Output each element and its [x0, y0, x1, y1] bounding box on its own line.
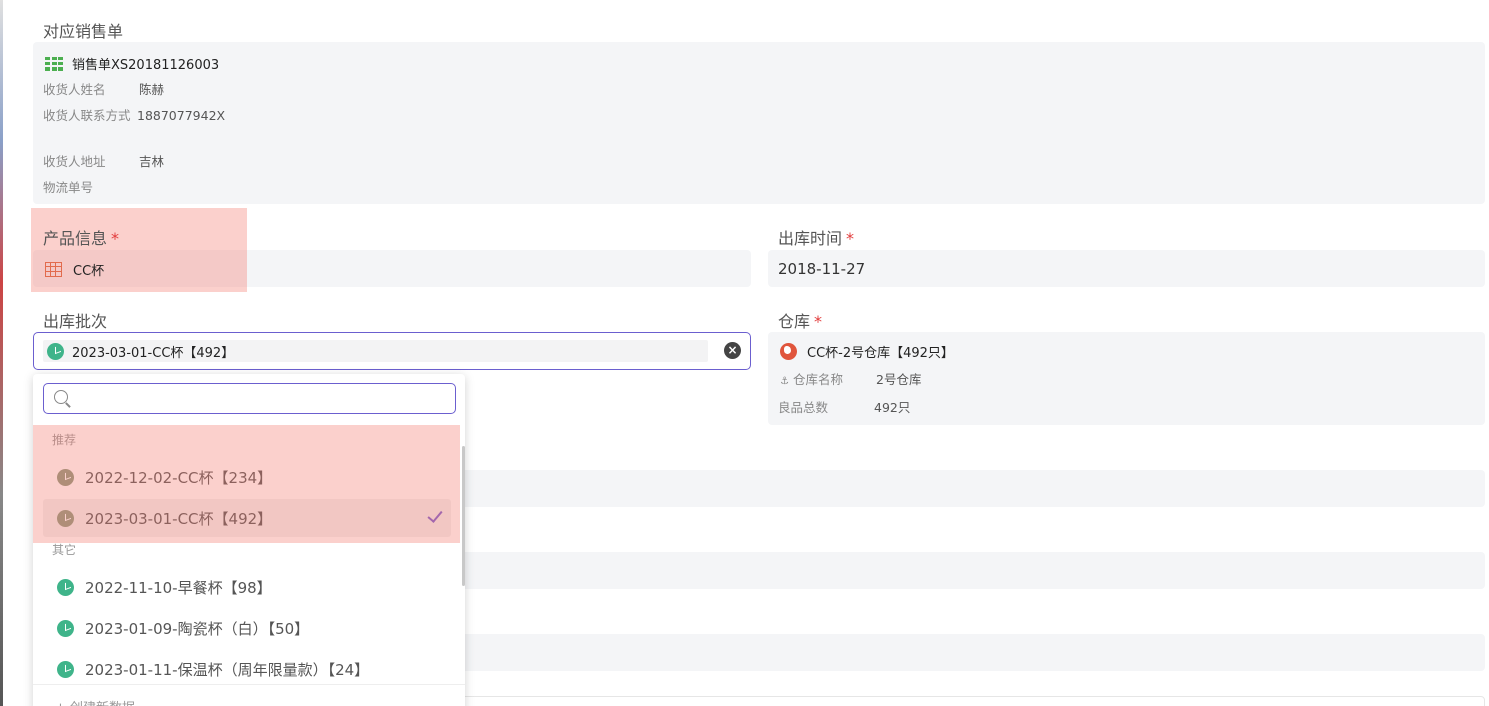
field-key: ⚓ 仓库名称	[780, 372, 843, 387]
option-batch[interactable]: 2022-11-10-早餐杯【98】	[43, 568, 451, 606]
option-label: 2023-01-11-保温杯（周年限量款）【24】	[85, 660, 370, 679]
batch-label: 出库批次	[43, 312, 108, 331]
annotation-highlight	[31, 208, 247, 292]
product-value[interactable]: CC杯	[45, 260, 104, 279]
warehouse-label: 仓库 *	[778, 308, 822, 332]
pie-chart-icon	[57, 619, 74, 637]
sales-order-title[interactable]: 销售单XS20181126003	[45, 54, 219, 73]
batch-select[interactable]: 2023-03-01-CC杯【492】 ×	[33, 332, 751, 370]
search-box[interactable]	[43, 383, 456, 414]
pie-chart-icon	[47, 342, 64, 360]
sales-order-number: 销售单XS20181126003	[72, 58, 220, 73]
required-mark: *	[846, 229, 855, 248]
field-consignee-address: 收货人地址 吉林	[43, 152, 164, 172]
group-label-other: 其它	[52, 543, 77, 557]
option-label: 2023-01-09-陶瓷杯（白）【50】	[85, 619, 310, 638]
create-new-data[interactable]: + 创建新数据	[33, 684, 465, 706]
annotation-highlight	[33, 425, 460, 543]
pie-chart-icon	[57, 578, 74, 596]
field-warehouse-name: ⚓ 仓库名称 2号仓库	[780, 370, 921, 392]
field-consignee-name: 收货人姓名 陈赫	[43, 80, 164, 100]
out-time-value: 2018-11-27	[778, 260, 866, 278]
field-value: 492只	[874, 400, 911, 415]
field-consignee-phone: 收货人联系方式 1887077942X	[43, 106, 225, 126]
field-value: 吉林	[139, 154, 165, 169]
required-mark: *	[111, 229, 120, 248]
option-batch[interactable]: 2023-01-11-保温杯（周年限量款）【24】	[43, 650, 451, 688]
create-new-label: + 创建新数据	[55, 697, 135, 706]
batch-selected-chip: 2023-03-01-CC杯【492】	[43, 340, 708, 362]
table-icon	[45, 262, 62, 277]
warehouse-label-text: 仓库	[778, 312, 811, 331]
pie-chart-icon	[57, 660, 74, 678]
out-time-field[interactable]	[768, 250, 1485, 287]
out-time-label-text: 出库时间	[778, 229, 843, 248]
warehouse-title[interactable]: CC杯-2号仓库【492只】	[780, 342, 954, 361]
field-value: 1887077942X	[137, 108, 226, 123]
window-edge	[0, 0, 3, 706]
search-icon	[54, 390, 68, 404]
batch-selected-value: 2023-03-01-CC杯【492】	[72, 345, 235, 361]
grid-table-icon	[45, 56, 63, 71]
product-label-text: 产品信息	[43, 229, 108, 248]
field-key: 收货人地址	[43, 154, 106, 169]
field-key: 收货人姓名	[43, 82, 106, 97]
field-value: 陈赫	[139, 82, 165, 97]
sales-order-label: 对应销售单	[43, 22, 124, 41]
product-name: CC杯	[73, 264, 105, 279]
dropdown-scrollbar[interactable]	[462, 446, 465, 586]
field-good-total: 良品总数 492只	[778, 398, 910, 418]
sales-order-card[interactable]	[33, 42, 1485, 204]
product-label: 产品信息 *	[43, 225, 119, 249]
field-value: 2号仓库	[876, 372, 922, 387]
field-tracking-number: 物流单号	[43, 178, 139, 198]
search-input[interactable]	[78, 387, 448, 409]
out-time-label: 出库时间 *	[778, 225, 854, 249]
option-label: 2022-11-10-早餐杯【98】	[85, 578, 272, 597]
required-mark: *	[814, 312, 823, 331]
field-key: 良品总数	[778, 400, 829, 415]
field-key: 物流单号	[43, 180, 94, 195]
warehouse-name-key: 仓库名称	[792, 372, 843, 387]
option-batch[interactable]: 2023-01-09-陶瓷杯（白）【50】	[43, 609, 451, 647]
field-key: 收货人联系方式	[43, 108, 131, 123]
warehouse-title-text: CC杯-2号仓库【492只】	[807, 346, 954, 361]
clear-icon[interactable]: ×	[724, 342, 741, 359]
globe-icon	[780, 343, 797, 360]
